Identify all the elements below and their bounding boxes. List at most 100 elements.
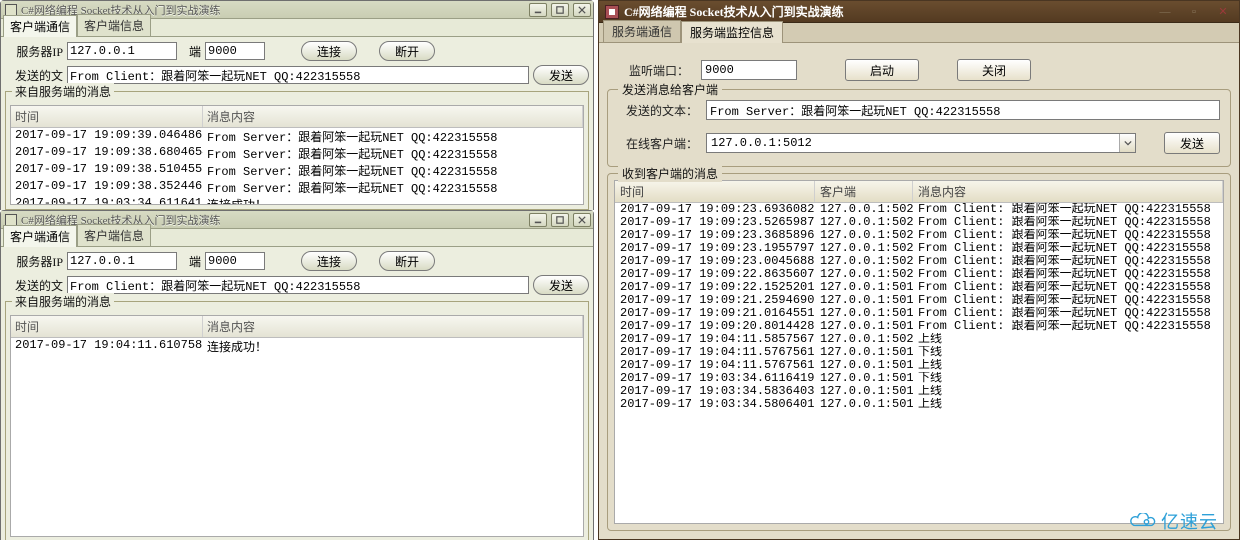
- cell-c: 下线: [913, 372, 1223, 385]
- cell-t: 2017-09-17 19:09:23.3685896: [615, 229, 815, 242]
- server-ip-input[interactable]: [67, 42, 177, 60]
- maximize-button[interactable]: [551, 213, 569, 227]
- cell-p: 127.0.0.1:5019: [815, 359, 913, 372]
- cell-t: 2017-09-17 19:04:11.5767561: [615, 359, 815, 372]
- col-content[interactable]: 消息内容: [913, 181, 1223, 202]
- connect-button[interactable]: 连接: [301, 41, 357, 61]
- tab-server-monitor[interactable]: 服务端监控信息: [681, 21, 783, 43]
- maximize-button[interactable]: ▫: [1182, 4, 1206, 20]
- table-row[interactable]: 2017-09-17 19:09:23.0045688127.0.0.1:502…: [615, 255, 1223, 268]
- grid-body-client-a[interactable]: 2017-09-17 19:09:39.0464863From Server：跟…: [11, 128, 583, 205]
- close-button[interactable]: ✕: [1211, 4, 1235, 20]
- table-row[interactable]: 2017-09-17 19:03:34.6116419127.0.0.1:501…: [615, 372, 1223, 385]
- cell-p: 127.0.0.1:5012: [815, 385, 913, 398]
- table-row[interactable]: 2017-09-17 19:03:34.5836403127.0.0.1:501…: [615, 385, 1223, 398]
- server-window: C#网络编程 Socket技术从入门到实战演练 — ▫ ✕ 服务端通信 服务端监…: [598, 0, 1240, 540]
- stop-button[interactable]: 关闭: [957, 59, 1031, 81]
- cell-t: 2017-09-17 19:04:11.5767561: [615, 346, 815, 359]
- table-row[interactable]: 2017-09-17 19:09:23.5265987127.0.0.1:502…: [615, 216, 1223, 229]
- chevron-down-icon[interactable]: [1119, 134, 1135, 152]
- table-row[interactable]: 2017-09-17 19:09:38.5104557From Server：跟…: [11, 162, 583, 179]
- disconnect-button[interactable]: 断开: [379, 41, 435, 61]
- cell-t: 2017-09-17 19:09:39.0464863: [11, 128, 203, 145]
- connect-button[interactable]: 连接: [301, 251, 357, 271]
- cell-c: 上线: [913, 359, 1223, 372]
- table-row[interactable]: 2017-09-17 19:09:22.1525201127.0.0.1:501…: [615, 281, 1223, 294]
- table-row[interactable]: 2017-09-17 19:04:11.5767561127.0.0.1:501…: [615, 359, 1223, 372]
- col-client[interactable]: 客户端: [815, 181, 913, 202]
- minimize-button[interactable]: [529, 213, 547, 227]
- send-button[interactable]: 发送: [1164, 132, 1220, 154]
- cell-p: 127.0.0.1:5020: [815, 268, 913, 281]
- cell-c: 连接成功！: [203, 196, 583, 205]
- table-row[interactable]: 2017-09-17 19:09:20.8014428127.0.0.1:501…: [615, 320, 1223, 333]
- app-icon: [605, 5, 619, 19]
- table-row[interactable]: 2017-09-17 19:04:11.5857567127.0.0.1:502…: [615, 333, 1223, 346]
- table-row[interactable]: 2017-09-17 19:04:11.5767561127.0.0.1:501…: [615, 346, 1223, 359]
- table-row[interactable]: 2017-09-17 19:09:23.1955797127.0.0.1:502…: [615, 242, 1223, 255]
- grid-body-server[interactable]: 2017-09-17 19:09:23.6936082127.0.0.1:502…: [615, 203, 1223, 503]
- table-row[interactable]: 2017-09-17 19:09:22.8635607127.0.0.1:502…: [615, 268, 1223, 281]
- listen-port-input[interactable]: [701, 60, 797, 80]
- cell-c: 上线: [913, 333, 1223, 346]
- table-row[interactable]: 2017-09-17 19:09:39.0464863From Server：跟…: [11, 128, 583, 145]
- close-button[interactable]: [573, 213, 591, 227]
- table-row[interactable]: 2017-09-17 19:09:38.3524466From Server：跟…: [11, 179, 583, 196]
- tab-client-comm[interactable]: 客户端通信: [3, 15, 77, 37]
- cell-t: 2017-09-17 19:09:20.8014428: [615, 320, 815, 333]
- disconnect-button[interactable]: 断开: [379, 251, 435, 271]
- send-text-input[interactable]: [706, 100, 1220, 120]
- cell-t: 2017-09-17 19:03:34.6116419: [11, 196, 203, 205]
- tab-server-comm[interactable]: 服务端通信: [603, 20, 681, 42]
- tab-client-info[interactable]: 客户端信息: [77, 14, 151, 36]
- online-clients-combo[interactable]: 127.0.0.1:5012: [706, 133, 1136, 153]
- table-row[interactable]: 2017-09-17 19:09:23.6936082127.0.0.1:502…: [615, 203, 1223, 216]
- cell-p: 127.0.0.1:5020: [815, 203, 913, 216]
- port-input[interactable]: [205, 252, 265, 270]
- table-row[interactable]: 2017-09-17 19:09:38.6804654From Server：跟…: [11, 145, 583, 162]
- group-title: 发送消息给客户端: [618, 81, 722, 98]
- cell-c: 上线: [913, 398, 1223, 411]
- minimize-button[interactable]: —: [1153, 4, 1177, 20]
- cell-c: From Server：跟着阿笨一起玩NET QQ:422315558: [203, 162, 583, 179]
- cell-p: 127.0.0.1:5020: [815, 333, 913, 346]
- port-input[interactable]: [205, 42, 265, 60]
- server-messages-group: 来自服务端的消息 时间 消息内容 2017-09-17 19:04:11.610…: [5, 301, 589, 540]
- cell-t: 2017-09-17 19:09:38.3524466: [11, 179, 203, 196]
- cell-p: 127.0.0.1:5012: [815, 320, 913, 333]
- col-time[interactable]: 时间: [615, 181, 815, 202]
- tab-client-comm[interactable]: 客户端通信: [3, 225, 77, 247]
- tab-client-info[interactable]: 客户端信息: [77, 224, 151, 246]
- table-row[interactable]: 2017-09-17 19:03:34.5806401127.0.0.1:501…: [615, 398, 1223, 411]
- titlebar[interactable]: C#网络编程 Socket技术从入门到实战演练 — ▫ ✕: [599, 1, 1239, 23]
- table-row[interactable]: 2017-09-17 19:09:21.2594690127.0.0.1:501…: [615, 294, 1223, 307]
- send-button[interactable]: 发送: [533, 275, 589, 295]
- cell-t: 2017-09-17 19:09:21.2594690: [615, 294, 815, 307]
- maximize-button[interactable]: [551, 3, 569, 17]
- send-text-input[interactable]: [67, 66, 529, 84]
- table-row[interactable]: 2017-09-17 19:03:34.6116419连接成功！: [11, 196, 583, 205]
- combo-selected: 127.0.0.1:5012: [707, 136, 1119, 150]
- send-text-input[interactable]: [67, 276, 529, 294]
- start-button[interactable]: 启动: [845, 59, 919, 81]
- table-row[interactable]: 2017-09-17 19:09:23.3685896127.0.0.1:502…: [615, 229, 1223, 242]
- grid-body-client-b[interactable]: 2017-09-17 19:04:11.6107581连接成功！: [11, 338, 583, 355]
- cell-c: From Client: 跟着阿笨一起玩NET QQ:422315558: [913, 281, 1223, 294]
- table-row[interactable]: 2017-09-17 19:04:11.6107581连接成功！: [11, 338, 583, 355]
- send-button[interactable]: 发送: [533, 65, 589, 85]
- group-title: 收到客户端的消息: [618, 165, 722, 182]
- minimize-button[interactable]: [529, 3, 547, 17]
- col-content[interactable]: 消息内容: [203, 106, 583, 127]
- cell-c: From Server：跟着阿笨一起玩NET QQ:422315558: [203, 128, 583, 145]
- col-time[interactable]: 时间: [11, 106, 203, 127]
- app-icon: [5, 214, 17, 226]
- cell-p: 127.0.0.1:5020: [815, 229, 913, 242]
- col-time[interactable]: 时间: [11, 316, 203, 337]
- col-content[interactable]: 消息内容: [203, 316, 583, 337]
- table-row[interactable]: 2017-09-17 19:09:21.0164551127.0.0.1:501…: [615, 307, 1223, 320]
- cell-t: 2017-09-17 19:09:22.1525201: [615, 281, 815, 294]
- server-ip-input[interactable]: [67, 252, 177, 270]
- close-button[interactable]: [573, 3, 591, 17]
- cell-p: 127.0.0.1:5020: [815, 216, 913, 229]
- cell-t: 2017-09-17 19:03:34.5806401: [615, 398, 815, 411]
